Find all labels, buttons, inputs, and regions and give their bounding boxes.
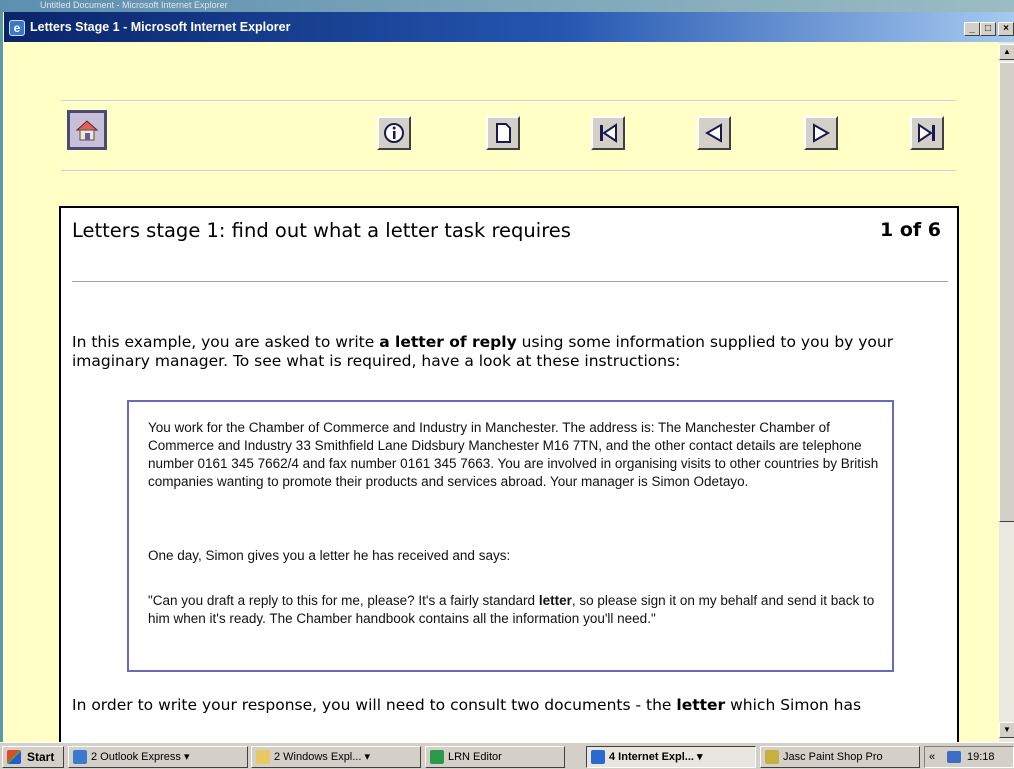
instructions-paragraph-2: One day, Simon gives you a letter he has… — [148, 548, 511, 563]
previous-page-icon — [704, 123, 722, 143]
system-tray: « 19:18 — [924, 746, 1014, 768]
taskbar: Start 2 Outlook Express ▾ 2 Windows Expl… — [0, 742, 1014, 769]
lrn-editor-icon — [430, 750, 444, 764]
previous-page-button[interactable] — [697, 116, 731, 150]
emphasis-letter-of-reply: a letter of reply — [379, 333, 517, 351]
first-page-button[interactable] — [591, 116, 625, 150]
home-icon — [75, 120, 99, 141]
paint-shop-pro-icon — [765, 750, 779, 764]
background-window-title: Untitled Document - Microsoft Internet E… — [40, 0, 228, 10]
next-page-icon — [813, 123, 831, 143]
outlook-express-icon — [73, 750, 87, 764]
instructions-box: You work for the Chamber of Commerce and… — [127, 400, 894, 672]
nav-divider-bottom — [61, 170, 956, 172]
minimize-button[interactable]: _ — [964, 22, 980, 36]
browser-window: e Letters Stage 1 - Microsoft Internet E… — [3, 12, 1014, 742]
nav-divider-top — [61, 100, 956, 102]
internet-explorer-icon — [591, 750, 605, 764]
vertical-scrollbar[interactable]: ▲ ▼ — [999, 42, 1014, 742]
folder-icon — [256, 750, 270, 764]
taskbar-item-internet-explorer[interactable]: 4 Internet Expl... ▾ — [586, 746, 756, 768]
background-window: Untitled Document - Microsoft Internet E… — [0, 0, 1014, 12]
heading-divider — [72, 281, 948, 282]
scroll-thumb[interactable] — [999, 62, 1014, 522]
next-page-button[interactable] — [804, 116, 838, 150]
page-counter: 1 of 6 — [880, 219, 941, 241]
title-bar[interactable]: e Letters Stage 1 - Microsoft Internet E… — [4, 12, 1014, 42]
start-button[interactable]: Start — [2, 746, 64, 768]
taskbar-item-lrn-editor[interactable]: LRN Editor — [425, 746, 565, 768]
page-icon — [496, 123, 511, 143]
response-paragraph: In order to write your response, you wil… — [72, 696, 862, 714]
info-icon — [384, 123, 404, 143]
tray-expand-icon[interactable]: « — [929, 747, 935, 767]
info-button[interactable] — [377, 116, 411, 150]
page-title: Letters stage 1: find out what a letter … — [72, 219, 571, 242]
emphasis-letter: letter — [676, 696, 726, 714]
last-page-button[interactable] — [910, 116, 944, 150]
maximize-button[interactable]: □ — [980, 22, 996, 36]
taskbar-item-outlook-express[interactable]: 2 Outlook Express ▾ — [68, 746, 248, 768]
network-icon[interactable] — [947, 751, 961, 763]
chevron-down-icon: ▾ — [697, 751, 703, 763]
page-button[interactable] — [486, 116, 520, 150]
first-page-icon — [600, 123, 617, 143]
intro-paragraph: In this example, you are asked to write … — [72, 333, 894, 370]
chevron-down-icon: ▾ — [183, 751, 190, 763]
chevron-down-icon: ▾ — [364, 751, 371, 763]
instructions-paragraph-3: "Can you draft a reply to this for me, p… — [148, 593, 875, 626]
taskbar-item-windows-explorer[interactable]: 2 Windows Expl... ▾ — [251, 746, 421, 768]
instructions-paragraph-1: You work for the Chamber of Commerce and… — [148, 420, 879, 489]
scroll-down-arrow-icon[interactable]: ▼ — [999, 722, 1014, 738]
windows-logo-icon — [7, 750, 21, 764]
clock[interactable]: 19:18 — [967, 747, 995, 767]
taskbar-item-jasc-paint-shop-pro[interactable]: Jasc Paint Shop Pro — [760, 746, 920, 768]
lesson-content: Letters stage 1: find out what a letter … — [59, 206, 959, 742]
last-page-icon — [918, 123, 935, 143]
emphasis-letter: letter — [538, 593, 572, 608]
scroll-up-arrow-icon[interactable]: ▲ — [999, 44, 1014, 60]
window-title: Letters Stage 1 - Microsoft Internet Exp… — [30, 20, 291, 34]
close-button[interactable]: × — [998, 22, 1014, 36]
home-button[interactable] — [67, 110, 107, 150]
internet-explorer-icon[interactable]: e — [9, 20, 25, 36]
